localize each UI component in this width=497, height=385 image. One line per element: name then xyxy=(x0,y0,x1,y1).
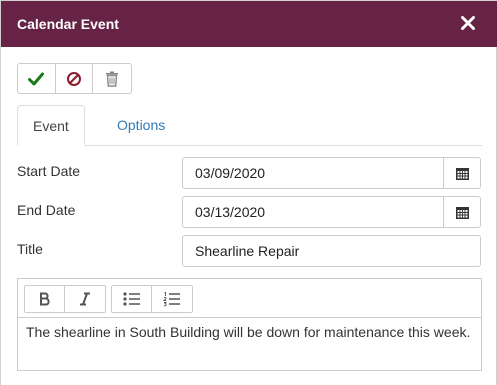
close-icon[interactable] xyxy=(458,13,478,33)
dialog-titlebar: Calendar Event xyxy=(1,1,497,47)
tab-options[interactable]: Options xyxy=(102,105,180,146)
title-label: Title xyxy=(17,241,43,257)
numbered-list-button[interactable] xyxy=(152,286,192,312)
calendar-icon xyxy=(455,167,469,180)
trash-icon xyxy=(106,71,119,87)
save-button[interactable] xyxy=(18,64,56,93)
list-format-group xyxy=(111,285,193,313)
italic-icon xyxy=(80,292,90,306)
text-format-group xyxy=(24,285,106,313)
start-date-calendar-button[interactable] xyxy=(443,157,481,189)
checkmark-icon xyxy=(28,72,45,85)
calendar-icon xyxy=(455,206,469,219)
title-field[interactable]: Shearline Repair xyxy=(182,235,481,267)
end-date-field[interactable]: 03/13/2020 xyxy=(182,196,444,228)
bold-icon xyxy=(39,292,50,306)
bold-button[interactable] xyxy=(25,286,65,312)
cancel-button[interactable] xyxy=(56,64,94,93)
editor-content[interactable]: The shearline in South Building will be … xyxy=(18,317,481,369)
editor-toolbar xyxy=(24,285,484,313)
end-date-calendar-button[interactable] xyxy=(443,196,481,228)
italic-button[interactable] xyxy=(65,286,105,312)
delete-button[interactable] xyxy=(93,64,131,93)
numbered-list-icon xyxy=(163,291,180,306)
end-date-label: End Date xyxy=(17,202,76,218)
rich-text-editor: The shearline in South Building will be … xyxy=(17,278,482,371)
action-toolbar xyxy=(17,63,132,94)
start-date-label: Start Date xyxy=(17,163,81,179)
start-date-field[interactable]: 03/09/2020 xyxy=(182,157,444,189)
tab-bar: Event Options xyxy=(17,105,482,146)
dialog-title: Calendar Event xyxy=(17,16,119,32)
bullet-list-icon xyxy=(122,292,140,306)
calendar-event-dialog: Calendar Event Event Options Start Date … xyxy=(0,0,497,385)
bullet-list-button[interactable] xyxy=(112,286,152,312)
cancel-icon xyxy=(67,71,81,86)
tab-event[interactable]: Event xyxy=(17,105,85,146)
